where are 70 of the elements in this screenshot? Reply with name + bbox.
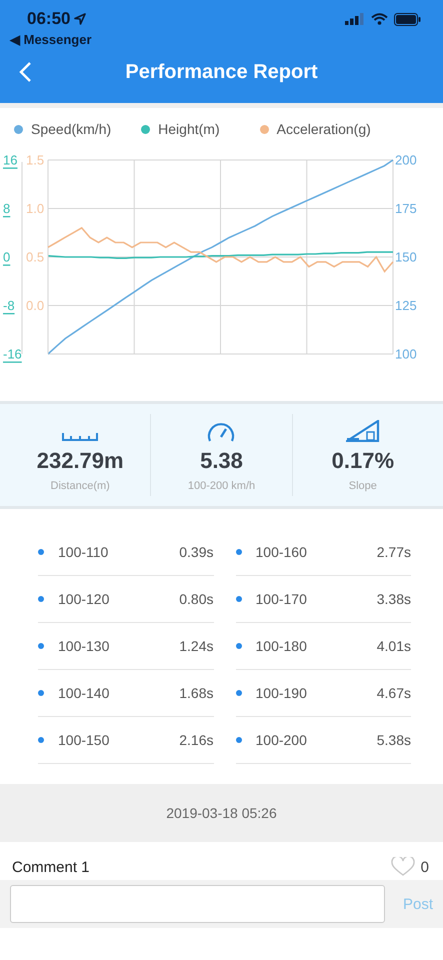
bullet-dot (38, 643, 44, 649)
axis-tick-label: 0.0 (26, 298, 44, 313)
slope-icon (346, 420, 380, 442)
signal-icon (345, 13, 365, 25)
speed-range: 100-170 (256, 591, 308, 607)
stat-label: Distance(m) (50, 480, 110, 492)
page-title: Performance Report (125, 60, 318, 84)
bullet-dot (236, 690, 242, 696)
split-time: 2.77s (376, 544, 411, 560)
split-time: 2.16s (179, 732, 214, 748)
split-time: 3.38s (376, 591, 411, 607)
split-time: 0.80s (179, 591, 214, 607)
axis-tick-label: 150 (395, 250, 417, 264)
like-count: 0 (420, 858, 429, 876)
legend-label: Speed(km/h) (31, 121, 112, 137)
axis-tick-label: 8 (3, 201, 10, 216)
split-time: 5.38s (376, 732, 411, 748)
speed-range: 100-180 (256, 638, 308, 654)
comment-input-field[interactable] (10, 885, 385, 923)
heart-icon[interactable] (390, 857, 415, 877)
stat-label: Slope (348, 480, 377, 492)
speed-range: 100-140 (58, 685, 110, 701)
axis-tick-label: 100 (395, 346, 417, 362)
speed-range: 100-200 (256, 732, 308, 748)
bullet-dot (38, 690, 44, 696)
ruler-icon (62, 432, 98, 442)
stat-value: 0.17% (332, 448, 394, 474)
bullet-dot (236, 737, 242, 743)
bullet-dot (38, 596, 44, 602)
axis-tick-label: -16 (3, 346, 22, 362)
speed-range: 100-150 (58, 732, 110, 748)
split-time: 4.67s (376, 685, 411, 701)
speed-range: 100-110 (58, 544, 110, 560)
back-button[interactable] (18, 61, 32, 83)
speed-range: 100-120 (58, 591, 110, 607)
axis-tick-label: 1.0 (26, 201, 44, 216)
split-time: 0.39s (179, 544, 214, 560)
bullet-dot (236, 549, 242, 555)
speed-range: 100-160 (256, 544, 308, 560)
back-to-app-link[interactable]: ◀ Messenger (0, 32, 92, 47)
speed-range: 100-130 (58, 638, 110, 654)
speed-range: 100-190 (256, 685, 308, 701)
axis-tick-label: 200 (395, 152, 417, 168)
stat-value: 5.38 (200, 448, 243, 474)
split-time: 4.01s (376, 638, 411, 654)
split-time: 1.68s (179, 685, 214, 701)
axis-tick-label: 175 (395, 201, 417, 216)
bullet-dot (236, 643, 242, 649)
wifi-icon (371, 13, 388, 25)
axis-tick-label: -8 (3, 298, 15, 313)
bullet-dot (236, 596, 242, 602)
split-time: 1.24s (179, 638, 214, 654)
chevron-left-icon (18, 61, 32, 83)
bullet-dot (38, 737, 44, 743)
clock-time: 06:50 (27, 9, 70, 29)
axis-tick-label: 0 (3, 250, 10, 264)
axis-tick-label: 1.5 (26, 152, 44, 168)
axis-tick-label: 0.5 (26, 250, 44, 264)
legend-label: Acceleration(g) (276, 121, 371, 137)
stat-label: 100-200 km/h (188, 480, 256, 492)
legend-label: Height(m) (158, 121, 220, 137)
battery-icon (394, 12, 421, 26)
bullet-dot (38, 549, 44, 555)
axis-tick-label: 125 (395, 298, 417, 313)
comment-heading: Comment 1 (12, 858, 90, 876)
axis-tick-label: 16 (3, 152, 18, 168)
location-arrow-icon (74, 13, 86, 25)
report-date: 2019-03-18 05:26 (166, 805, 277, 821)
stat-value: 232.79m (36, 448, 124, 474)
speedometer-icon (206, 420, 236, 442)
